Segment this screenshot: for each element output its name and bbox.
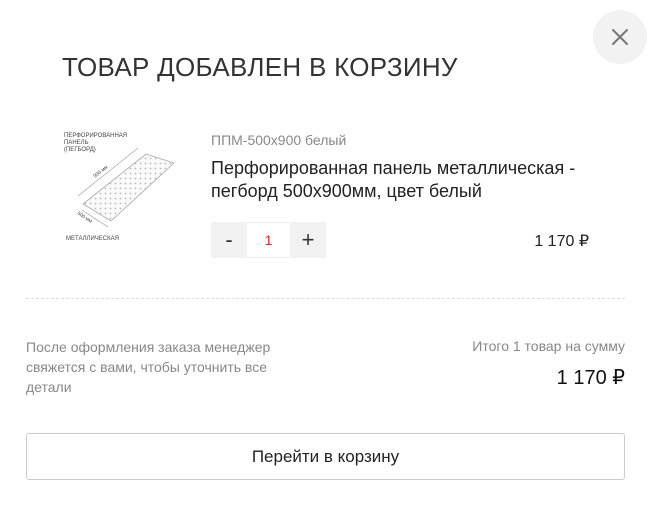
quantity-input[interactable]: 1 (247, 222, 290, 258)
modal-title: ТОВАР ДОБАВЛЕН В КОРЗИНУ (62, 52, 458, 82)
cart-added-modal: ТОВАР ДОБАВЛЕН В КОРЗИНУ ПЕРФОРИРОВАННАЯ… (0, 0, 651, 505)
decrease-quantity-button[interactable]: - (211, 222, 247, 258)
close-button[interactable] (593, 10, 647, 64)
total-price: 1 170 ₽ (556, 367, 625, 389)
quantity-stepper: - 1 + (211, 222, 328, 258)
close-icon (612, 29, 628, 45)
image-label-bottom: МЕТАЛЛИЧЕСКАЯ (66, 236, 119, 242)
image-label-top: ПЕРФОРИРОВАННАЯ (64, 133, 127, 139)
product-sku: ППМ-500х900 белый (211, 132, 347, 148)
manager-info-text: После оформления заказа менеджер свяжетс… (26, 339, 271, 395)
product-name[interactable]: Перфорированная панель металлическая - п… (211, 157, 601, 203)
product-image: ПЕРФОРИРОВАННАЯ ПАНЕЛЬ (ПЕГБОРД) 900 мм … (58, 126, 180, 246)
total-label: Итого 1 товар на сумму (472, 338, 625, 354)
item-price: 1 170 ₽ (534, 233, 589, 250)
increase-quantity-button[interactable]: + (290, 222, 326, 258)
image-label-width: 500 мм (76, 211, 94, 225)
divider (26, 298, 625, 299)
go-to-cart-button[interactable]: Перейти в корзину (26, 433, 625, 480)
image-label-top2: ПАНЕЛЬ (64, 140, 89, 146)
image-label-top3: (ПЕГБОРД) (64, 147, 96, 153)
